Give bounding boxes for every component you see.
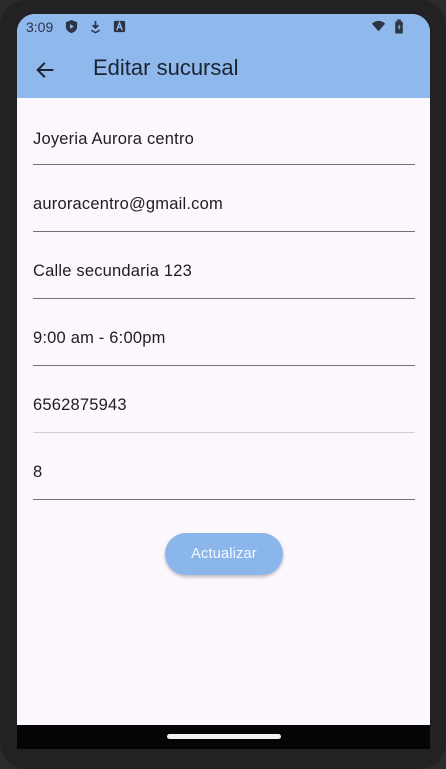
name-field-value: Joyeria Aurora centro	[33, 130, 195, 148]
app-screen: 3:09 Editar sucursal Joyeria Aurora cent…	[17, 14, 430, 749]
home-indicator[interactable]	[167, 734, 281, 739]
back-button[interactable]	[29, 54, 61, 86]
address-field-value: Calle secundaria 123	[33, 262, 193, 280]
update-button[interactable]: Actualizar	[165, 533, 283, 575]
phone-field-value: 6562875943	[33, 396, 127, 414]
email-field[interactable]: auroracentro@gmail.com	[33, 165, 415, 232]
email-field-value: auroracentro@gmail.com	[33, 195, 223, 213]
wifi-icon	[371, 20, 386, 32]
schedule-field[interactable]: 9:00 am - 6:00pm	[33, 299, 415, 366]
address-field[interactable]: Calle secundaria 123	[33, 232, 415, 299]
status-bar: 3:09	[17, 14, 430, 40]
schedule-field-value: 9:00 am - 6:00pm	[33, 329, 166, 347]
arrow-back-icon	[36, 62, 54, 78]
page-title: Editar sucursal	[93, 55, 239, 80]
battery-icon	[395, 19, 403, 34]
play-protect-icon	[65, 19, 78, 34]
phone-field[interactable]: 6562875943	[33, 366, 415, 433]
number-field[interactable]: 8	[33, 433, 415, 500]
a-icon	[113, 20, 126, 33]
edit-branch-form: Joyeria Aurora centro auroracentro@gmail…	[33, 98, 415, 500]
download-icon	[90, 20, 101, 34]
number-field-value: 8	[33, 463, 43, 481]
navigation-bar	[17, 725, 430, 749]
status-time: 3:09	[26, 19, 54, 35]
app-bar: Editar sucursal	[17, 40, 430, 98]
device-frame: 3:09 Editar sucursal Joyeria Aurora cent…	[0, 0, 446, 769]
name-field[interactable]: Joyeria Aurora centro	[33, 98, 415, 165]
